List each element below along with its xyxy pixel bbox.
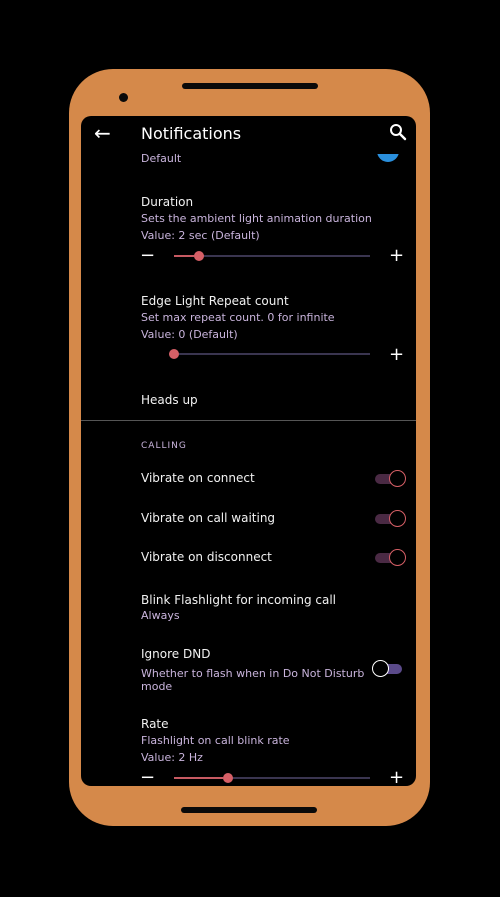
vibrate-waiting-toggle[interactable] (375, 509, 406, 529)
page-title: Notifications (141, 124, 242, 143)
slider-thumb[interactable] (223, 773, 233, 783)
rate-minus-button[interactable]: − (140, 769, 155, 787)
ignore-dnd-title: Ignore DND (141, 647, 211, 661)
calling-section-header: CALLING (141, 441, 187, 451)
vibrate-connect-title: Vibrate on connect (141, 471, 255, 485)
rate-value: Value: 2 Hz (141, 751, 203, 764)
vibrate-waiting-title: Vibrate on call waiting (141, 511, 276, 525)
blink-flashlight-title[interactable]: Blink Flashlight for incoming call (141, 593, 336, 607)
rate-slider[interactable] (174, 772, 370, 784)
duration-plus-button[interactable]: + (389, 247, 404, 265)
slider-thumb[interactable] (194, 251, 204, 261)
vibrate-disconnect-toggle[interactable] (375, 548, 406, 568)
slider-thumb[interactable] (169, 349, 179, 359)
repeat-slider[interactable] (169, 348, 370, 360)
slider-fill (174, 777, 223, 779)
duration-title: Duration (141, 195, 194, 209)
ignore-dnd-toggle[interactable] (372, 659, 402, 679)
vibrate-disconnect-title: Vibrate on disconnect (141, 550, 272, 564)
blink-flashlight-summary: Always (141, 609, 180, 622)
section-divider (81, 420, 416, 421)
front-camera (119, 93, 128, 102)
duration-slider[interactable] (174, 250, 370, 262)
vibrate-connect-toggle[interactable] (375, 469, 406, 489)
duration-summary: Sets the ambient light animation duratio… (141, 212, 372, 225)
partial-color-swatch[interactable] (377, 154, 399, 162)
search-icon[interactable] (389, 123, 407, 141)
slider-fill (174, 255, 194, 257)
app-screen: ← Notifications Default Duration Sets th… (81, 116, 416, 786)
repeat-title: Edge Light Repeat count (141, 294, 289, 308)
previous-pref-summary: Default (141, 152, 182, 165)
repeat-plus-button[interactable]: + (389, 346, 404, 364)
ignore-dnd-summary-line1: Whether to flash when in Do Not Disturb (141, 667, 365, 680)
repeat-summary: Set max repeat count. 0 for infinite (141, 311, 335, 324)
rate-plus-button[interactable]: + (389, 769, 404, 787)
slider-track (169, 353, 370, 355)
back-arrow-icon[interactable]: ← (94, 123, 111, 143)
ignore-dnd-summary-line2: mode (141, 680, 173, 693)
heads-up-title[interactable]: Heads up (141, 393, 198, 407)
duration-minus-button[interactable]: − (140, 247, 155, 265)
bottom-bar (181, 807, 317, 813)
repeat-value: Value: 0 (Default) (141, 328, 238, 341)
rate-summary: Flashlight on call blink rate (141, 734, 290, 747)
speaker-grille (182, 83, 318, 89)
rate-title: Rate (141, 717, 169, 731)
duration-value: Value: 2 sec (Default) (141, 229, 260, 242)
